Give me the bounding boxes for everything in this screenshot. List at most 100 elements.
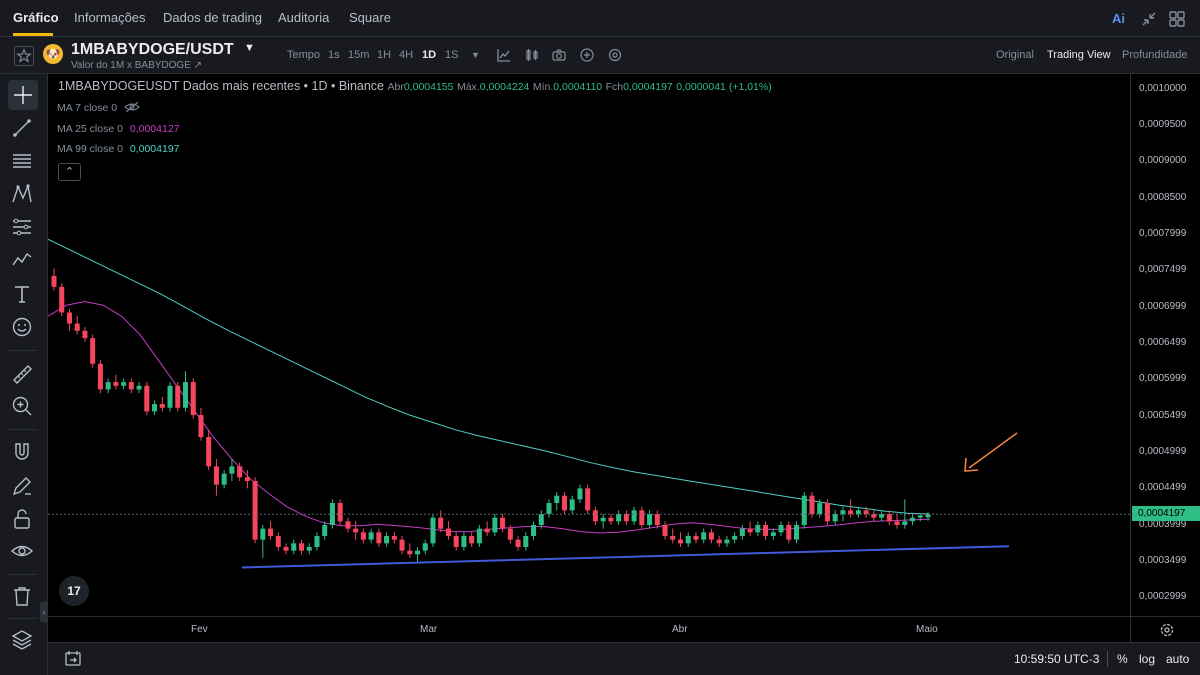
candle xyxy=(677,532,684,547)
candle xyxy=(275,532,281,551)
price-label: 0,0010000 xyxy=(1139,83,1187,94)
view-original[interactable]: Original xyxy=(996,49,1034,61)
candle xyxy=(221,470,227,489)
candle xyxy=(585,484,591,514)
timeframe-1s[interactable]: 1s xyxy=(328,49,340,61)
clock-timezone[interactable]: 10:59:50 UTC-3 xyxy=(1014,652,1099,666)
ma25-legend[interactable]: MA 25 close 0 0,0004127 xyxy=(57,123,180,135)
legend-title: 1MBABYDOGEUSDT Dados mais recentes • 1D … xyxy=(58,79,385,93)
visibility-eye-icon[interactable] xyxy=(10,539,34,563)
trend-line-icon[interactable] xyxy=(10,116,34,140)
candle xyxy=(144,382,150,416)
candle xyxy=(755,521,761,536)
toolbar-collapse-chevron-icon[interactable]: ‹ xyxy=(40,602,48,622)
candle xyxy=(337,499,343,525)
candle xyxy=(739,524,745,540)
candle xyxy=(453,532,459,551)
candle xyxy=(647,510,653,529)
timeframe-15m[interactable]: 15m xyxy=(348,49,369,61)
ai-icon[interactable]: Ai xyxy=(1112,11,1130,29)
time-label: Abr xyxy=(672,624,688,635)
add-indicator-plus-icon[interactable] xyxy=(579,47,595,63)
hidden-eye-icon[interactable] xyxy=(124,101,140,113)
candle xyxy=(152,400,158,416)
time-label: Mar xyxy=(420,624,438,635)
bottom-divider xyxy=(1107,651,1108,667)
timeframe-1s-week[interactable]: 1S xyxy=(445,49,458,61)
date-range-calendar-icon[interactable] xyxy=(64,650,82,668)
babydoge-logo-icon: 🐶 xyxy=(43,44,63,64)
tab-square[interactable]: Square xyxy=(349,10,391,25)
candle xyxy=(298,539,305,555)
timeframe-tempo[interactable]: Tempo xyxy=(287,49,320,61)
candle xyxy=(438,510,444,533)
axis-settings[interactable] xyxy=(1130,616,1200,642)
timeframe-more-chevron-icon[interactable]: ▼ xyxy=(471,50,480,60)
chart-type-candles-icon[interactable] xyxy=(524,47,540,63)
drawing-mode-pencil-icon[interactable] xyxy=(10,474,34,498)
symbol-name[interactable]: 1MBABYDOGE/USDT xyxy=(71,41,234,59)
price-chart[interactable] xyxy=(47,74,1130,642)
price-label: 0,0003499 xyxy=(1139,555,1187,566)
view-trading-view[interactable]: Trading View xyxy=(1047,49,1111,61)
toolbar-divider xyxy=(8,618,38,619)
trash-icon[interactable] xyxy=(10,584,34,608)
candle xyxy=(492,513,498,536)
fib-tool-icon[interactable] xyxy=(10,215,34,239)
tab-auditoria[interactable]: Auditoria xyxy=(278,10,329,25)
annotation-arrow[interactable] xyxy=(964,432,1018,472)
log-scale-toggle[interactable]: log xyxy=(1139,652,1155,666)
text-tool-icon[interactable] xyxy=(10,282,34,306)
candle xyxy=(577,484,583,504)
candle xyxy=(554,492,560,511)
tab-grafico[interactable]: Gráfico xyxy=(13,10,59,25)
candle xyxy=(384,532,390,547)
indicators-icon[interactable] xyxy=(496,47,512,63)
candle xyxy=(763,521,769,540)
tradingview-logo[interactable]: 17 xyxy=(59,576,89,606)
auto-scale-toggle[interactable]: auto xyxy=(1166,652,1189,666)
collapse-icon[interactable] xyxy=(1140,10,1158,28)
candle xyxy=(894,513,900,529)
candle xyxy=(786,521,792,544)
settings-gear-icon[interactable] xyxy=(607,47,623,63)
support-trend-line[interactable] xyxy=(241,545,1010,569)
emoji-icon[interactable] xyxy=(10,315,34,339)
time-label: Maio xyxy=(916,624,938,635)
tab-dados-de-trading[interactable]: Dados de trading xyxy=(163,10,262,25)
favorite-star-icon[interactable] xyxy=(14,46,34,66)
price-axis[interactable]: 0,0010000 0,0009500 0,0009000 0,0008500 … xyxy=(1130,74,1200,642)
pattern-tool-icon[interactable] xyxy=(10,182,34,206)
tab-informacoes[interactable]: Informações xyxy=(74,10,146,25)
candle xyxy=(670,528,676,544)
timeframe-1h[interactable]: 1H xyxy=(377,49,391,61)
percent-scale-toggle[interactable]: % xyxy=(1117,652,1128,666)
view-profundidade[interactable]: Profundidade xyxy=(1122,49,1187,61)
ruler-icon[interactable] xyxy=(10,362,34,386)
magnet-icon[interactable] xyxy=(10,440,34,464)
ma7-label: MA 7 close 0 xyxy=(57,102,118,114)
unlock-icon[interactable] xyxy=(10,507,34,531)
grid-icon[interactable] xyxy=(1168,10,1186,28)
brush-path-icon[interactable] xyxy=(10,248,34,272)
timeframe-1d[interactable]: 1D xyxy=(422,49,436,61)
candle xyxy=(778,521,784,536)
ma7-legend[interactable]: MA 7 close 0 xyxy=(57,101,140,114)
horizontal-lines-icon[interactable] xyxy=(10,149,34,173)
zoom-in-icon[interactable] xyxy=(10,394,34,418)
screenshot-camera-icon[interactable] xyxy=(551,47,567,63)
candle xyxy=(608,513,614,525)
candle xyxy=(500,513,506,533)
axis-settings-gear-icon[interactable] xyxy=(1159,622,1175,638)
crosshair-icon[interactable] xyxy=(11,83,35,107)
timeframe-4h[interactable]: 4H xyxy=(399,49,413,61)
layers-icon[interactable] xyxy=(10,628,34,652)
time-axis[interactable]: Fev Mar Abr Maio xyxy=(48,616,1130,642)
ma99-legend[interactable]: MA 99 close 0 0,0004197 xyxy=(57,143,180,155)
symbol-subtitle-link[interactable]: Valor do 1M x BABYDOGE ↗ xyxy=(71,60,202,71)
candle xyxy=(546,499,552,518)
candlestick-chart-canvas[interactable] xyxy=(47,74,1130,616)
symbol-dropdown-chevron-icon[interactable]: ▼ xyxy=(244,42,255,54)
candle xyxy=(353,521,359,540)
legend-collapse-chevron-icon[interactable]: ⌃ xyxy=(58,163,81,181)
